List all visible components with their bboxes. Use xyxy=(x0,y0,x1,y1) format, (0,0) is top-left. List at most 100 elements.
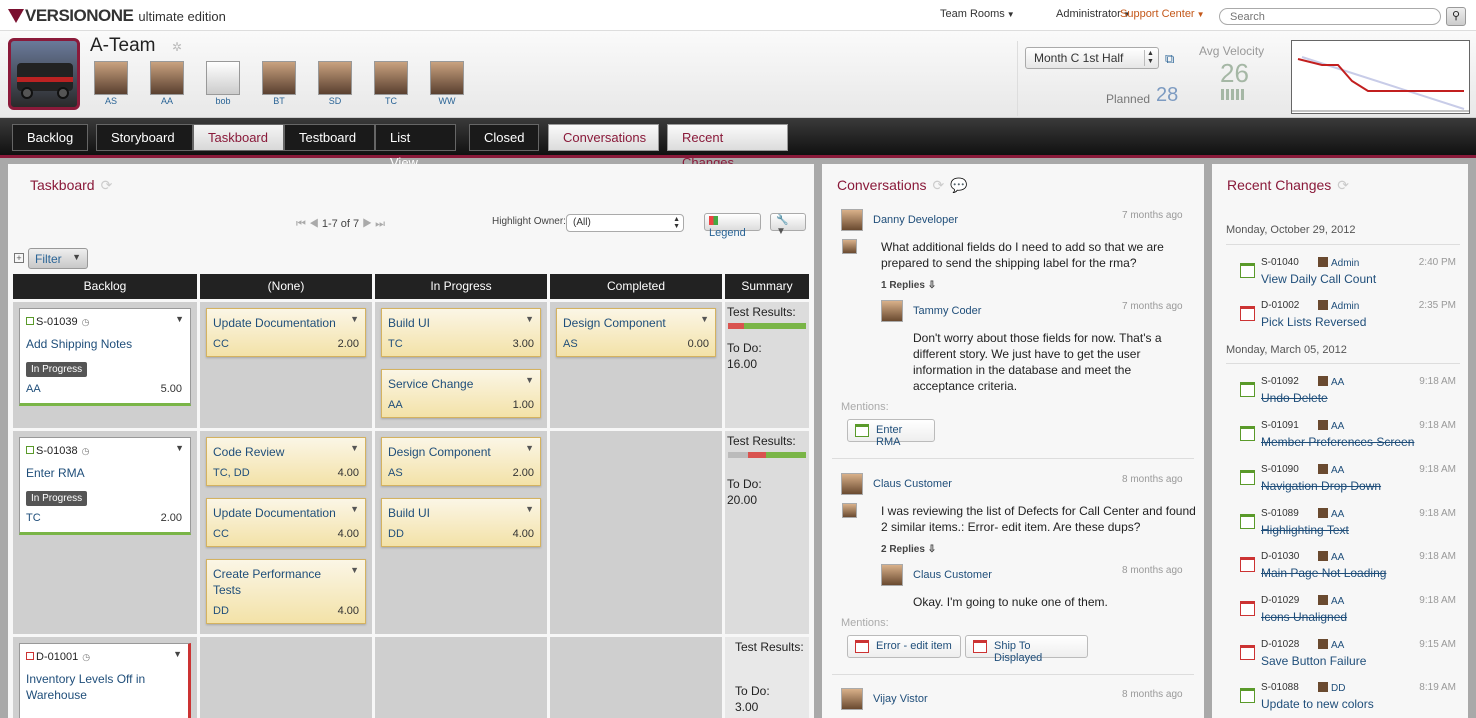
tab-testboard[interactable]: Testboard xyxy=(284,124,375,151)
change-user[interactable]: AA xyxy=(1318,551,1344,563)
legend-button[interactable]: Legend xyxy=(704,213,761,239)
change-title[interactable]: Highlighting Text xyxy=(1261,523,1349,537)
change-title[interactable]: Update to new colors xyxy=(1261,697,1374,711)
tab-closed[interactable]: Closed xyxy=(469,124,539,151)
task-card[interactable]: Update Documentation ▼ CC 2.00 xyxy=(206,308,366,357)
replies-toggle[interactable]: 1 Replies ⇩ xyxy=(881,280,936,291)
change-item[interactable]: D-01029 AA 9:18 AM Icons Unaligned xyxy=(1240,595,1456,635)
team-member[interactable]: AA xyxy=(149,61,185,106)
refresh-icon[interactable]: ⟳ xyxy=(933,177,945,193)
task-card[interactable]: Update Documentation ▼ CC 4.00 xyxy=(206,498,366,547)
tab-list-view[interactable]: List View xyxy=(375,124,456,170)
team-member[interactable]: BT xyxy=(261,61,297,106)
change-user[interactable]: AA xyxy=(1318,464,1344,476)
change-title[interactable]: Member Preferences Screen xyxy=(1261,435,1414,449)
task-card[interactable]: Code Review ▼ TC, DD 4.00 xyxy=(206,437,366,486)
change-item[interactable]: S-01089 AA 9:18 AM Highlighting Text xyxy=(1240,508,1456,548)
task-title[interactable]: Build UI xyxy=(388,505,518,521)
refresh-icon[interactable]: ⟳ xyxy=(101,177,113,193)
filter-button[interactable]: Filter ▼ xyxy=(28,248,88,269)
author-name[interactable]: Danny Developer xyxy=(873,214,958,226)
author-name[interactable]: Vijay Vistor xyxy=(873,693,928,705)
change-user[interactable]: Admin xyxy=(1318,257,1359,269)
chat-icon[interactable]: 💬 xyxy=(950,177,967,193)
chevron-down-icon[interactable]: ▼ xyxy=(525,504,534,514)
change-title[interactable]: Icons Unaligned xyxy=(1261,610,1347,624)
task-card[interactable]: Build UI ▼ TC 3.00 xyxy=(381,308,541,357)
task-card[interactable]: Build UI ▼ DD 4.00 xyxy=(381,498,541,547)
change-title[interactable]: View Daily Call Count xyxy=(1261,272,1376,286)
change-user[interactable]: Admin xyxy=(1318,300,1359,312)
tab-conversations[interactable]: Conversations xyxy=(548,124,659,151)
change-title[interactable]: Save Button Failure xyxy=(1261,654,1366,668)
change-user[interactable]: AA xyxy=(1318,376,1344,388)
chevron-down-icon[interactable]: ▼ xyxy=(350,504,359,514)
task-title[interactable]: Code Review xyxy=(213,444,343,460)
change-item[interactable]: S-01092 AA 9:18 AM Undo Delete xyxy=(1240,376,1456,416)
defect-card[interactable]: D-01001 ◷ ▼ Inventory Levels Off in Wareh… xyxy=(19,643,191,718)
task-title[interactable]: Design Component xyxy=(563,315,693,331)
team-member[interactable]: AS xyxy=(93,61,129,106)
story-card[interactable]: S-01038 ◷ ▼ Enter RMA In Progress TC 2.00 xyxy=(19,437,191,535)
task-title[interactable]: Update Documentation xyxy=(213,505,343,521)
change-user[interactable]: DD xyxy=(1318,682,1345,694)
chevron-down-icon[interactable]: ▼ xyxy=(350,314,359,324)
change-item[interactable]: S-01040 Admin 2:40 PM View Daily Call Co… xyxy=(1240,257,1456,297)
task-title[interactable]: Design Component xyxy=(388,444,518,460)
change-item[interactable]: S-01088 DD 8:19 AM Update to new colors xyxy=(1240,682,1456,718)
highlight-owner-select[interactable]: (All) ▲ ▼ xyxy=(566,214,684,232)
task-card[interactable]: Service Change ▼ AA 1.00 xyxy=(381,369,541,418)
team-member[interactable]: SD xyxy=(317,61,353,106)
iteration-select[interactable]: Month C 1st Half ▲ ▼ xyxy=(1025,47,1159,69)
story-card[interactable]: S-01039 ◷ ▼ Add Shipping Notes In Progres… xyxy=(19,308,191,406)
team-avatar[interactable] xyxy=(8,38,80,110)
last-page-icon[interactable]: ⏭ xyxy=(375,218,385,230)
task-title[interactable]: Update Documentation xyxy=(213,315,343,331)
next-page-icon[interactable]: ▶ xyxy=(362,218,372,230)
chevron-down-icon[interactable]: ▼ xyxy=(525,443,534,453)
tab-recent-changes[interactable]: Recent Changes xyxy=(667,124,788,170)
team-member[interactable]: WW xyxy=(429,61,465,106)
search-input[interactable] xyxy=(1219,8,1441,25)
author-name[interactable]: Claus Customer xyxy=(913,569,992,581)
chevron-down-icon[interactable]: ▼ xyxy=(175,443,184,453)
refresh-icon[interactable]: ⟳ xyxy=(1337,177,1349,193)
burndown-chart[interactable] xyxy=(1291,40,1470,114)
change-title[interactable]: Main Page Not Loading xyxy=(1261,566,1386,580)
prev-page-icon[interactable]: ◀ xyxy=(309,218,319,230)
change-user[interactable]: AA xyxy=(1318,595,1344,607)
tab-backlog[interactable]: Backlog xyxy=(12,124,88,151)
story-title[interactable]: Add Shipping Notes xyxy=(26,336,182,352)
team-member[interactable]: bob xyxy=(205,61,241,106)
gear-icon[interactable]: ✲ xyxy=(172,40,182,54)
story-title[interactable]: Enter RMA xyxy=(26,465,182,481)
change-item[interactable]: D-01028 AA 9:15 AM Save Button Failure xyxy=(1240,639,1456,679)
change-user[interactable]: AA xyxy=(1318,508,1344,520)
task-title[interactable]: Create Performance Tests xyxy=(213,566,343,598)
replies-toggle[interactable]: 2 Replies ⇩ xyxy=(881,544,936,555)
change-user[interactable]: AA xyxy=(1318,420,1344,432)
tab-storyboard[interactable]: Storyboard xyxy=(96,124,193,151)
team-rooms-menu[interactable]: Team Rooms ▼ xyxy=(940,8,1015,20)
author-name[interactable]: Claus Customer xyxy=(873,478,952,490)
change-user[interactable]: AA xyxy=(1318,639,1344,651)
task-card[interactable]: Design Component ▼ AS 0.00 xyxy=(556,308,716,357)
versionone-logo[interactable]: VERSIONONE ultimate edition xyxy=(8,6,226,26)
chevron-down-icon[interactable]: ▼ xyxy=(350,565,359,575)
change-item[interactable]: S-01091 AA 9:18 AM Member Preferences Sc… xyxy=(1240,420,1456,460)
change-title[interactable]: Undo Delete xyxy=(1261,391,1328,405)
support-center-menu[interactable]: Support Center ▼ xyxy=(1120,8,1205,20)
task-title[interactable]: Build UI xyxy=(388,315,518,331)
change-item[interactable]: D-01002 Admin 2:35 PM Pick Lists Reverse… xyxy=(1240,300,1456,340)
chevron-down-icon[interactable]: ▼ xyxy=(525,375,534,385)
story-title[interactable]: Inventory Levels Off in Warehouse xyxy=(26,671,180,703)
expand-icon[interactable]: + xyxy=(14,253,24,263)
chevron-down-icon[interactable]: ▼ xyxy=(350,443,359,453)
chevron-down-icon[interactable]: ▼ xyxy=(700,314,709,324)
change-title[interactable]: Navigation Drop Down xyxy=(1261,479,1381,493)
chevron-down-icon[interactable]: ▼ xyxy=(175,314,184,324)
mention-link[interactable]: Error - edit item xyxy=(847,635,961,658)
author-name[interactable]: Tammy Coder xyxy=(913,305,981,317)
task-title[interactable]: Service Change xyxy=(388,376,518,392)
task-card[interactable]: Design Component ▼ AS 2.00 xyxy=(381,437,541,486)
